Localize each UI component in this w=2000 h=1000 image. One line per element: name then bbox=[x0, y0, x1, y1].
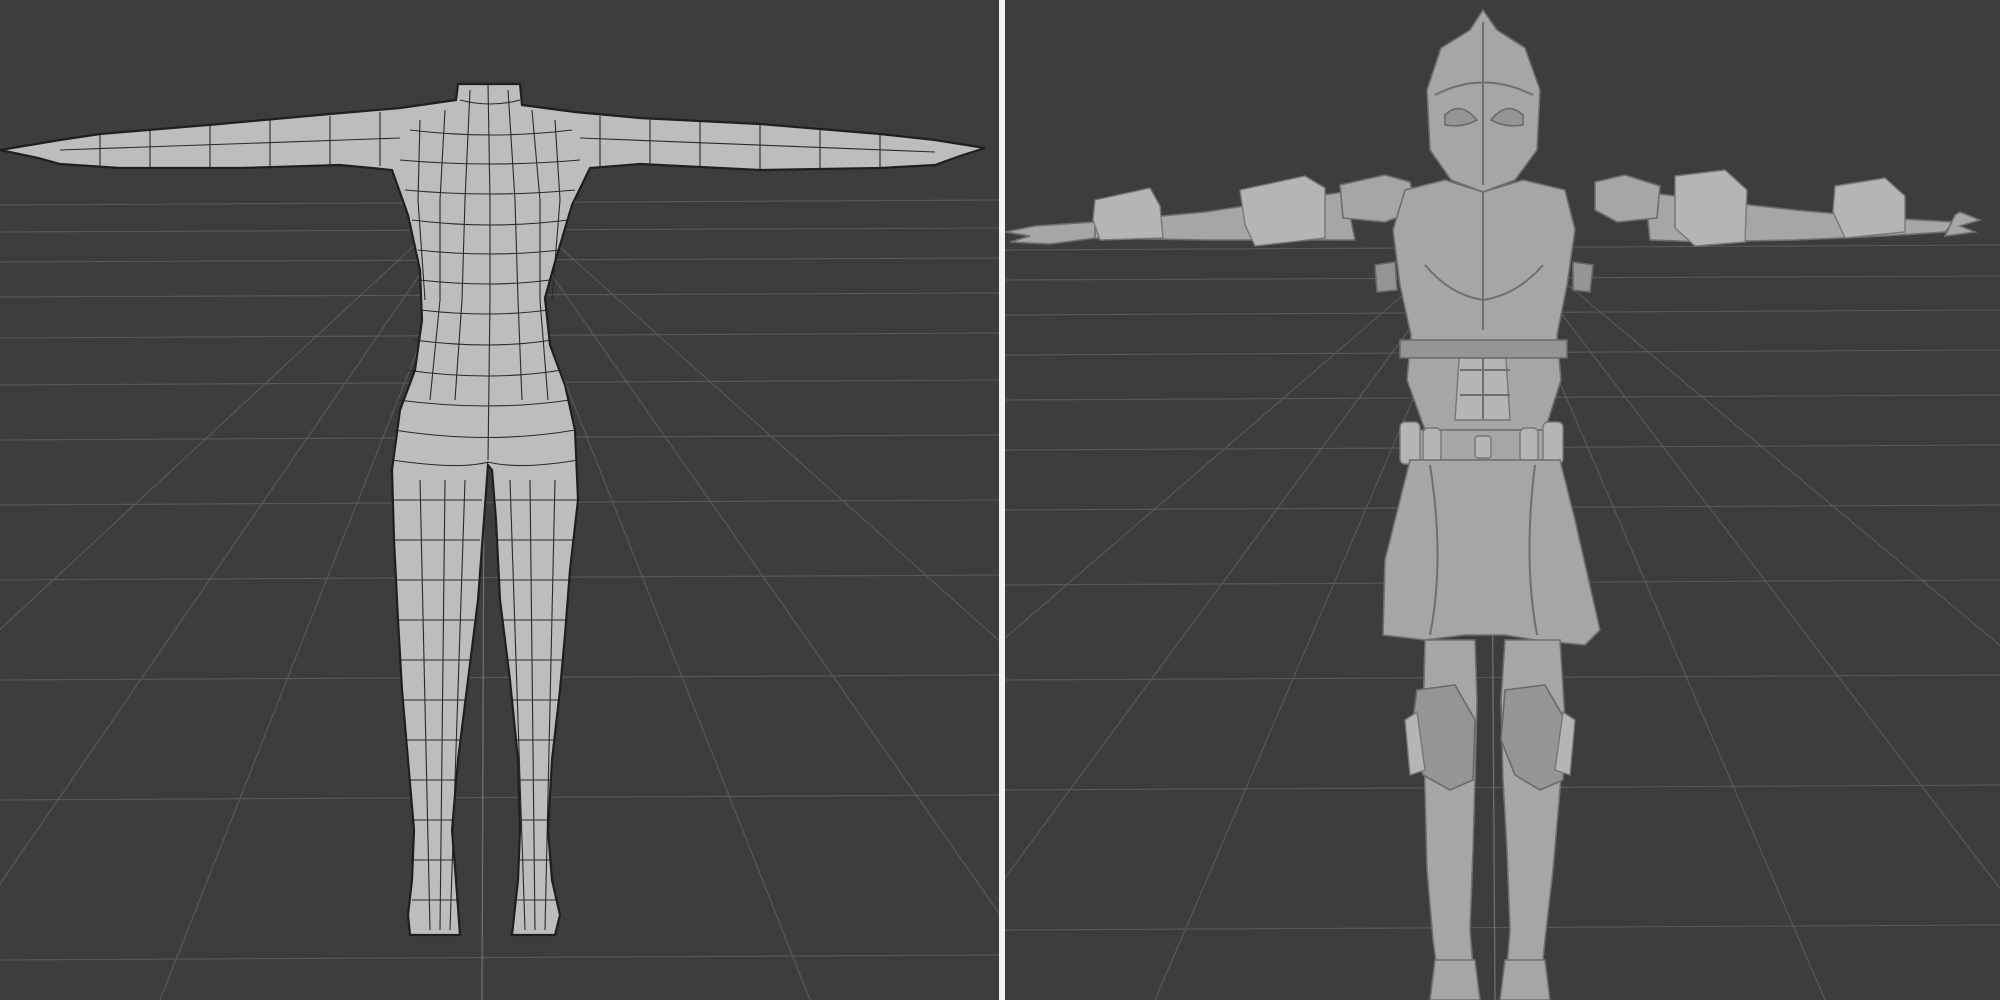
split-viewport-container bbox=[0, 0, 2000, 1000]
armored-character-model bbox=[1005, 8, 1983, 1000]
viewport-right[interactable] bbox=[1005, 0, 2000, 1000]
viewport-left-canvas bbox=[0, 82, 999, 1000]
viewport-left[interactable] bbox=[0, 0, 999, 1000]
wireframe-base-mesh bbox=[0, 82, 986, 937]
viewport-right-canvas bbox=[1005, 8, 2000, 1000]
